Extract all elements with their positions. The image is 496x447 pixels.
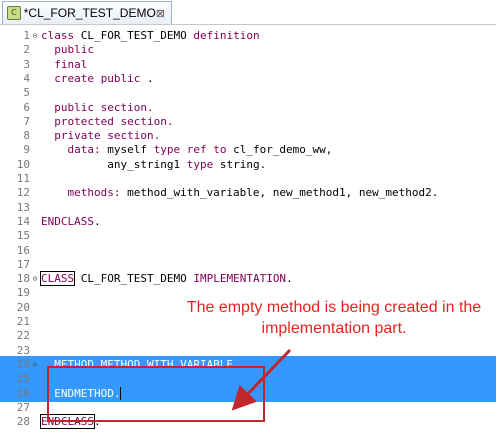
editor-tab-bar: C *CL_FOR_TEST_DEMO ⊠ [0, 0, 496, 25]
code-token: method_with_variable, new_method1, new_m… [127, 186, 439, 200]
tab-title: *CL_FOR_TEST_DEMO [23, 6, 156, 20]
code-token: CL_FOR_TEST_DEMO [74, 272, 194, 286]
code-token: any_string1 [41, 157, 187, 171]
tab-cl-for-test-demo[interactable]: C *CL_FOR_TEST_DEMO ⊠ [2, 1, 172, 24]
code-token: . [146, 71, 154, 85]
code-token: myself [107, 143, 154, 157]
abap-class-icon: C [7, 6, 21, 20]
keyword-token: protected section. [41, 114, 174, 128]
keyword-token: private section. [41, 129, 161, 143]
keyword-token: final [41, 57, 88, 71]
code-token: CL_FOR_TEST_DEMO [80, 29, 194, 42]
fold-gutter [31, 413, 39, 430]
keyword-token: type [186, 157, 220, 171]
code-token: . [286, 272, 293, 286]
keyword-token: definition [193, 29, 260, 42]
keyword-token: IMPLEMENTATION [193, 272, 287, 286]
line-number: 28 [16, 415, 30, 429]
keyword-token: public section. [41, 100, 154, 114]
code-token: string. [219, 157, 267, 171]
keyword-token: create public [41, 71, 147, 85]
bracket-match-token: CLASS [39, 271, 76, 287]
annotation-callout: The empty method is being created in the… [186, 299, 482, 337]
keyword-token: public [41, 43, 94, 57]
keyword-token: methods: [41, 186, 128, 200]
keyword-token: data: [41, 143, 108, 157]
keyword-token: class [41, 29, 81, 42]
close-icon[interactable]: ⊠ [156, 7, 165, 20]
code-token: . [93, 214, 101, 228]
highlight-box [47, 366, 265, 422]
keyword-token: type ref to [153, 143, 234, 157]
code-token: cl_for_demo_ww, [233, 143, 333, 157]
keyword-token: ENDCLASS [41, 214, 94, 228]
